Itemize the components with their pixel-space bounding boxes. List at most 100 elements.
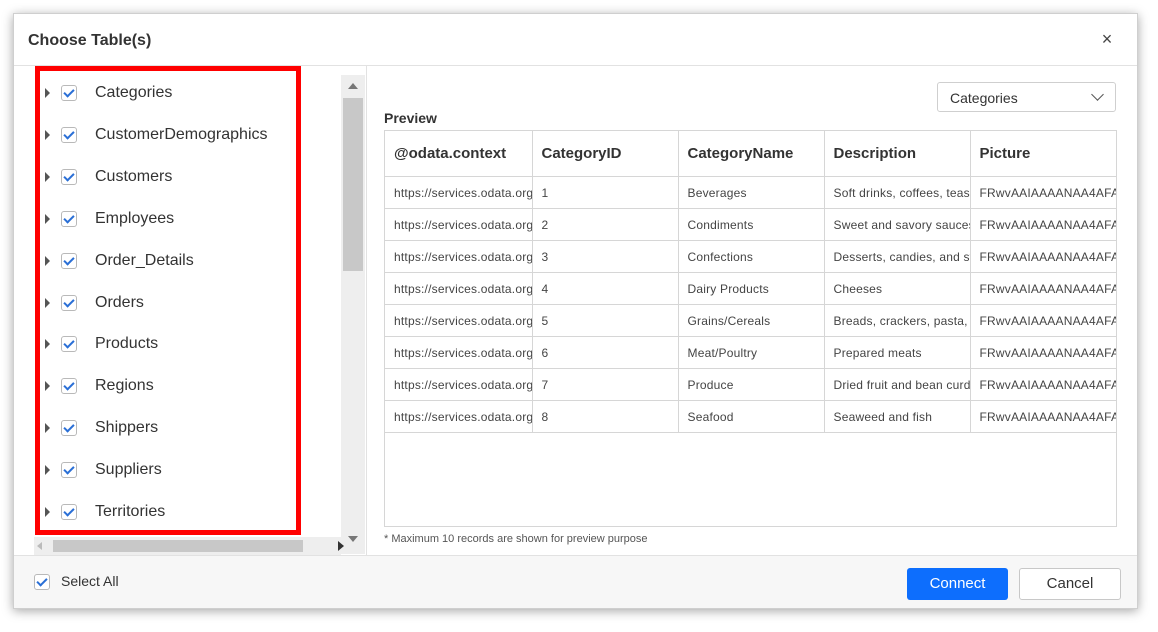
table-cell: Desserts, candies, and sweet breads <box>824 240 971 273</box>
table-checkbox[interactable] <box>61 252 77 269</box>
expand-caret-icon[interactable] <box>45 507 50 517</box>
vertical-scroll-thumb[interactable] <box>343 98 363 271</box>
table-checkbox[interactable] <box>61 462 77 479</box>
tree-item[interactable]: Orders <box>14 288 314 318</box>
expand-caret-icon[interactable] <box>45 255 50 266</box>
scroll-down-arrow-icon[interactable] <box>348 536 358 542</box>
tree-item[interactable]: Suppliers <box>14 455 314 485</box>
cancel-button[interactable]: Cancel <box>1019 568 1121 600</box>
table-row: https://services.odata.org 3 Confections De… <box>385 240 1116 273</box>
tree-item[interactable]: Employees <box>14 204 314 234</box>
table-cell: Dried fruit and bean curd <box>824 368 971 401</box>
tree-item[interactable]: Order_Details <box>14 246 314 276</box>
tree-item-label: Orders <box>95 293 144 311</box>
expand-caret-icon[interactable] <box>45 339 50 350</box>
table-cell: FRwvAAIAAAANAA4AFA <box>970 272 1116 305</box>
table-cell: Beverages <box>678 176 825 209</box>
tree-item-label: CustomerDemographics <box>95 125 268 143</box>
table-row: https://services.odata.org 8 Seafood Seawee… <box>385 400 1116 433</box>
table-checkbox[interactable] <box>61 294 77 311</box>
table-cell: 6 <box>532 336 679 369</box>
column-header[interactable]: Description <box>824 131 971 177</box>
tree-item-label: Order_Details <box>95 251 194 269</box>
table-cell: 7 <box>532 368 679 401</box>
tree-item[interactable]: Shippers <box>14 413 314 443</box>
close-icon[interactable]: × <box>1097 29 1117 49</box>
table-row: https://services.odata.org 6 Meat/Poultry P… <box>385 336 1116 369</box>
checkbox-checked-icon[interactable] <box>34 574 50 590</box>
chevron-down-icon <box>1091 88 1104 101</box>
scroll-right-arrow-icon[interactable] <box>338 541 344 551</box>
expand-caret-icon[interactable] <box>45 213 50 224</box>
tree-item-label: Territories <box>95 503 166 520</box>
scroll-up-arrow-icon[interactable] <box>348 83 358 89</box>
table-checkbox[interactable] <box>61 126 77 143</box>
table-cell: FRwvAAIAAAANAA4AFA <box>970 368 1116 401</box>
column-header[interactable]: @odata.context <box>385 131 533 177</box>
tree-item[interactable]: Categories <box>14 78 314 108</box>
tree-item[interactable]: Territories <box>14 497 314 527</box>
table-cell: https://services.odata.org <box>385 208 533 241</box>
connect-button[interactable]: Connect <box>907 568 1008 600</box>
table-row: https://services.odata.org 1 Beverages Soft… <box>385 176 1116 209</box>
table-select-dropdown[interactable]: Categories <box>937 82 1116 112</box>
tree-item[interactable]: Customers <box>14 162 314 192</box>
table-body: https://services.odata.org 1 Beverages Soft… <box>385 176 1116 433</box>
table-cell: Cheeses <box>824 272 971 305</box>
expand-caret-icon[interactable] <box>45 129 50 140</box>
choose-tables-dialog: Choose Table(s) × Categories CustomerDemo… <box>13 13 1138 609</box>
table-cell: Condiments <box>678 208 825 241</box>
tree-item[interactable]: Products <box>14 329 314 359</box>
table-cell: FRwvAAIAAAANAA4AFA <box>970 304 1116 337</box>
expand-caret-icon[interactable] <box>45 171 50 182</box>
table-cell: 3 <box>532 240 679 273</box>
scroll-left-arrow-icon[interactable] <box>37 542 42 550</box>
table-checkbox[interactable] <box>61 504 77 520</box>
expand-caret-icon[interactable] <box>45 423 50 434</box>
expand-caret-icon[interactable] <box>45 465 50 476</box>
table-checkbox[interactable] <box>61 336 77 353</box>
table-cell: FRwvAAIAAAANAA4AFA <box>970 400 1116 433</box>
table-row: https://services.odata.org 5 Grains/Cereal… <box>385 304 1116 337</box>
tree-horizontal-scrollbar[interactable] <box>34 537 344 555</box>
tree-item-label: Categories <box>95 84 173 101</box>
table-cell: FRwvAAIAAAANAA4AFA <box>970 336 1116 369</box>
tree-item-label: Customers <box>95 167 173 185</box>
table-cell: Soft drinks, coffees, teas, beers, and a… <box>824 176 971 209</box>
table-cell: FRwvAAIAAAANAA4AFA <box>970 208 1116 241</box>
preview-note: * Maximum 10 records are shown for previ… <box>384 533 648 545</box>
select-all-label[interactable]: Select All <box>61 573 119 589</box>
column-header[interactable]: Picture <box>970 131 1116 177</box>
table-cell: Breads, crackers, pasta, and cereal <box>824 304 971 337</box>
tree-item[interactable]: CustomerDemographics <box>14 120 314 150</box>
tree-vertical-scrollbar[interactable] <box>341 75 365 554</box>
table-checkbox[interactable] <box>61 378 77 395</box>
dialog-title: Choose Table(s) <box>28 32 152 49</box>
table-checkbox[interactable] <box>61 168 77 185</box>
horizontal-scroll-thumb[interactable] <box>53 540 303 552</box>
table-cell: Seaweed and fish <box>824 400 971 433</box>
table-cell: Sweet and savory sauces, relishes <box>824 208 971 241</box>
table-cell: https://services.odata.org <box>385 368 533 401</box>
table-cell: https://services.odata.org <box>385 240 533 273</box>
table-row: https://services.odata.org 2 Condiments Swe… <box>385 208 1116 241</box>
table-cell: Prepared meats <box>824 336 971 369</box>
column-header[interactable]: CategoryID <box>532 131 679 177</box>
tree-item[interactable]: Regions <box>14 371 314 401</box>
table-cell: 1 <box>532 176 679 209</box>
tree-item-label: Employees <box>95 209 175 227</box>
column-header[interactable]: CategoryName <box>678 131 825 177</box>
expand-caret-icon[interactable] <box>45 381 50 392</box>
table-select-value: Categories <box>950 90 1018 106</box>
table-row: https://services.odata.org 7 Produce Dried … <box>385 368 1116 401</box>
table-checkbox[interactable] <box>61 85 77 101</box>
expand-caret-icon[interactable] <box>45 297 50 308</box>
table-cell: FRwvAAIAAAANAA4AFA <box>970 176 1116 209</box>
table-cell: 4 <box>532 272 679 305</box>
expand-caret-icon[interactable] <box>45 88 50 98</box>
table-checkbox[interactable] <box>61 210 77 227</box>
table-header-row: @odata.context CategoryID CategoryName Desc… <box>385 131 1116 177</box>
table-checkbox[interactable] <box>61 420 77 437</box>
dialog-footer: Select All Connect Cancel <box>14 555 1137 608</box>
tree-item-label: Shippers <box>95 419 159 437</box>
